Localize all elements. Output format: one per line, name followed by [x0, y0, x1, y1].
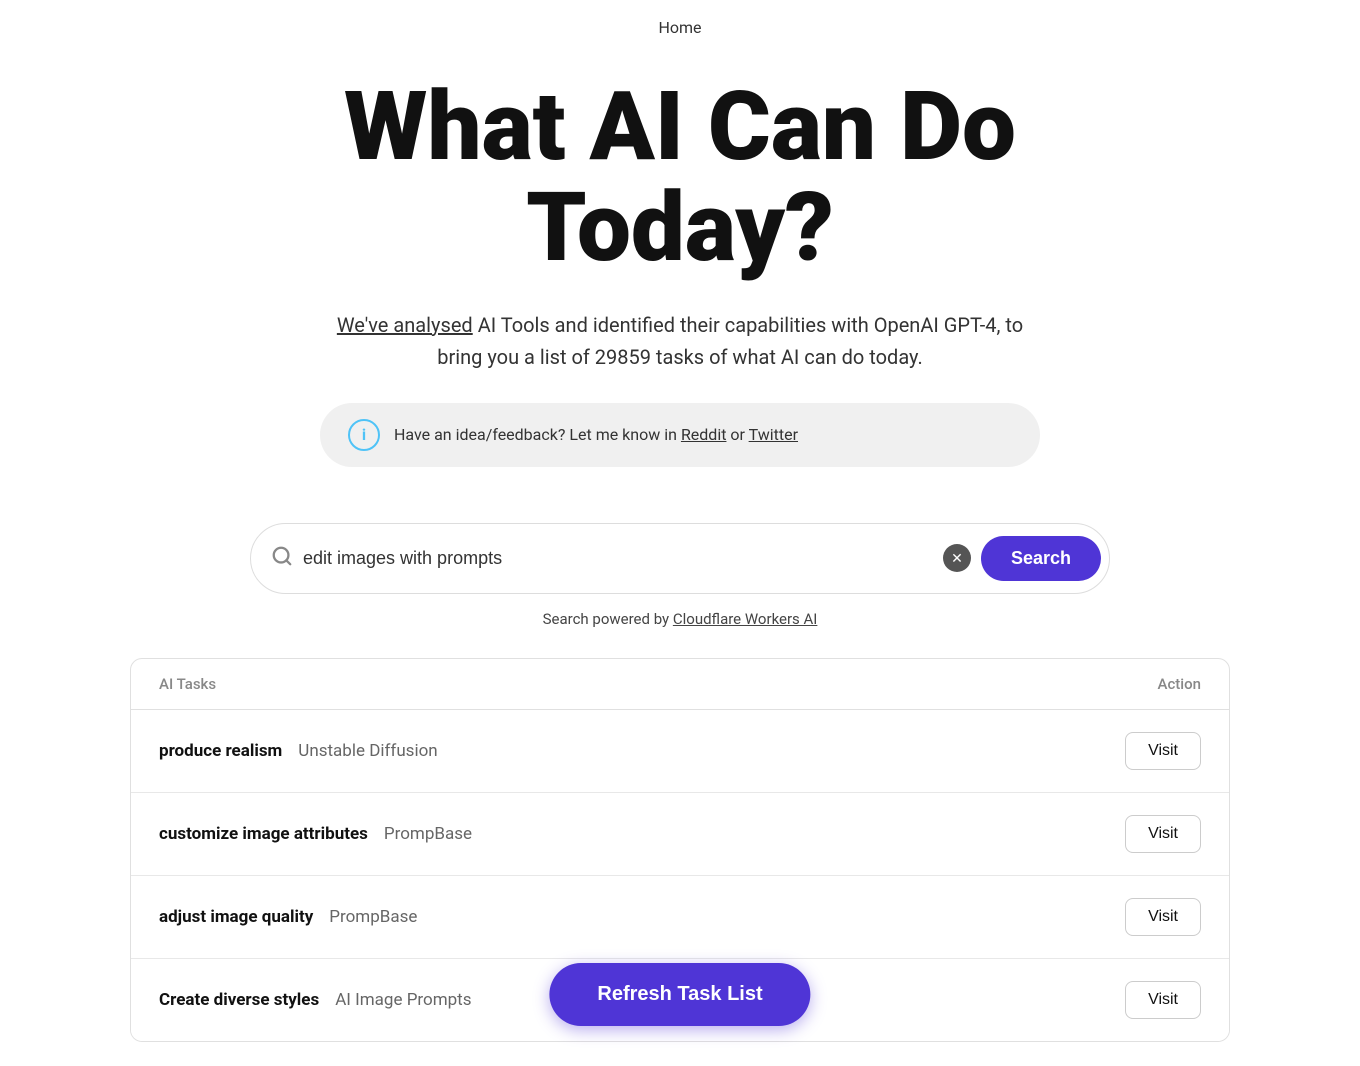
main-nav: Home	[0, 0, 1360, 47]
page-title: What AI Can Do Today?	[280, 77, 1080, 279]
search-input[interactable]	[303, 548, 933, 569]
table-row: customize image attributes PrompBase Vis…	[131, 793, 1229, 876]
search-bar: ✕ Search	[250, 523, 1110, 594]
visit-button[interactable]: Visit	[1125, 898, 1201, 936]
table-row: produce realism Unstable Diffusion Visit	[131, 710, 1229, 793]
search-button[interactable]: Search	[981, 536, 1101, 581]
visit-button[interactable]: Visit	[1125, 732, 1201, 770]
twitter-link[interactable]: Twitter	[749, 425, 798, 444]
cloudflare-link[interactable]: Cloudflare Workers AI	[673, 610, 818, 628]
tool-name: PrompBase	[329, 907, 417, 927]
task-name: customize image attributes	[159, 824, 368, 844]
refresh-task-list-button[interactable]: Refresh Task List	[549, 963, 810, 1026]
clear-search-button[interactable]: ✕	[943, 544, 971, 572]
table-row: adjust image quality PrompBase Visit	[131, 876, 1229, 959]
row-content: customize image attributes PrompBase	[159, 824, 472, 844]
visit-button[interactable]: Visit	[1125, 981, 1201, 1019]
row-content: adjust image quality PrompBase	[159, 907, 417, 927]
table-header: AI Tasks Action	[131, 659, 1229, 710]
feedback-bar: i Have an idea/feedback? Let me know in …	[320, 403, 1040, 467]
tool-name: AI Image Prompts	[335, 990, 471, 1010]
feedback-text: Have an idea/feedback? Let me know in Re…	[394, 422, 798, 448]
visit-button[interactable]: Visit	[1125, 815, 1201, 853]
task-name: Create diverse styles	[159, 990, 319, 1010]
col-action-header: Action	[1158, 675, 1201, 693]
hero-description: We've analysed AI Tools and identified t…	[320, 309, 1040, 373]
row-content: produce realism Unstable Diffusion	[159, 741, 438, 761]
reddit-link[interactable]: Reddit	[681, 425, 727, 444]
tool-name: Unstable Diffusion	[298, 741, 437, 761]
col-tasks-header: AI Tasks	[159, 675, 216, 693]
search-section: ✕ Search Search powered by Cloudflare Wo…	[230, 523, 1130, 628]
analysed-link[interactable]: We've analysed	[337, 313, 473, 337]
search-powered-text: Search powered by Cloudflare Workers AI	[250, 610, 1110, 628]
search-icon	[271, 545, 293, 572]
task-name: adjust image quality	[159, 907, 313, 927]
nav-home[interactable]: Home	[658, 18, 701, 37]
task-name: produce realism	[159, 741, 282, 761]
info-icon: i	[348, 419, 380, 451]
row-content: Create diverse styles AI Image Prompts	[159, 990, 472, 1010]
refresh-btn-wrap: Refresh Task List	[549, 963, 810, 1026]
hero-section: What AI Can Do Today? We've analysed AI …	[0, 47, 1360, 523]
tool-name: PrompBase	[384, 824, 472, 844]
